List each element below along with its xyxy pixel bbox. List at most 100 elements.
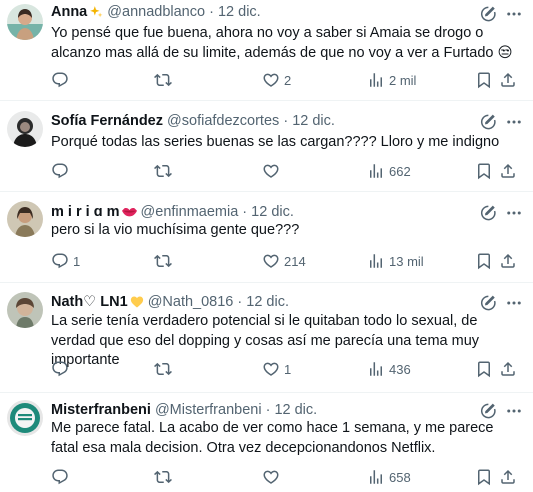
heart-icon bbox=[262, 71, 280, 89]
heart-icon bbox=[262, 162, 280, 180]
tweet[interactable]: Nath♡ LN1 @Nath_0816 · 12 dic. La serie … bbox=[0, 283, 533, 393]
tweet[interactable]: Sofía Fernández @sofiafdezcortes · 12 di… bbox=[0, 101, 533, 192]
tweet[interactable]: Anna @annadblanco · 12 dic. Yo pensé que… bbox=[0, 0, 533, 101]
share-button[interactable] bbox=[499, 359, 517, 379]
tweet-date[interactable]: 12 dic. bbox=[218, 4, 261, 20]
retweet-button[interactable] bbox=[154, 359, 176, 379]
views-button[interactable]: 662 bbox=[367, 161, 411, 181]
share-button[interactable] bbox=[499, 251, 517, 271]
retweet-button[interactable] bbox=[154, 251, 176, 271]
separator-dot: · bbox=[283, 113, 289, 129]
like-count: 1 bbox=[284, 361, 292, 377]
separator-dot: · bbox=[242, 204, 248, 220]
author-handle[interactable]: @sofiafdezcortes bbox=[167, 113, 279, 129]
author-handle[interactable]: @Nath_0816 bbox=[148, 294, 234, 310]
grok-icon[interactable] bbox=[479, 294, 497, 312]
separator-dot: · bbox=[265, 402, 271, 418]
more-icon[interactable] bbox=[505, 294, 523, 312]
share-button[interactable] bbox=[499, 467, 517, 487]
tweet-text: Yo pensé que fue buena, ahora no voy a s… bbox=[51, 25, 513, 61]
avatar[interactable] bbox=[7, 400, 43, 436]
more-icon[interactable] bbox=[505, 402, 523, 420]
share-icon bbox=[499, 360, 517, 378]
bookmark-button[interactable] bbox=[475, 70, 493, 90]
like-button[interactable] bbox=[262, 467, 284, 487]
more-icon[interactable] bbox=[505, 204, 523, 222]
reply-button[interactable] bbox=[51, 467, 73, 487]
author-name[interactable]: Misterfranbeni bbox=[51, 402, 151, 418]
views-button[interactable]: 658 bbox=[367, 467, 411, 487]
like-button[interactable]: 2 bbox=[262, 70, 291, 90]
reply-icon bbox=[51, 162, 69, 180]
like-button[interactable]: 1 bbox=[262, 359, 291, 379]
like-button[interactable] bbox=[262, 161, 284, 181]
sparkles-emoji bbox=[89, 5, 103, 25]
avatar[interactable] bbox=[7, 292, 43, 328]
tweet-actions: 2 2 mil bbox=[51, 70, 521, 90]
tweet-date[interactable]: 12 dic. bbox=[274, 402, 317, 418]
more-icon[interactable] bbox=[505, 5, 523, 23]
reply-button[interactable] bbox=[51, 70, 73, 90]
retweet-icon bbox=[154, 252, 172, 270]
avatar[interactable] bbox=[7, 111, 43, 147]
author-handle[interactable]: @enfinmaemia bbox=[141, 204, 239, 220]
bookmark-button[interactable] bbox=[475, 467, 493, 487]
grok-icon[interactable] bbox=[479, 402, 497, 420]
views-button[interactable]: 13 mil bbox=[367, 251, 424, 271]
author-handle[interactable]: @annadblanco bbox=[107, 4, 205, 20]
views-count: 662 bbox=[389, 163, 411, 179]
separator-dot: · bbox=[237, 294, 243, 310]
bookmark-button[interactable] bbox=[475, 359, 493, 379]
retweet-button[interactable] bbox=[154, 70, 176, 90]
heart-icon bbox=[262, 468, 280, 486]
tweet-date[interactable]: 12 dic. bbox=[251, 204, 294, 220]
views-icon bbox=[367, 71, 385, 89]
author-handle[interactable]: @Misterfranbeni bbox=[155, 402, 262, 418]
retweet-icon bbox=[154, 71, 172, 89]
author-name[interactable]: Nath♡ LN1 bbox=[51, 294, 128, 310]
bookmark-icon bbox=[475, 71, 493, 89]
views-count: 658 bbox=[389, 469, 411, 485]
reply-button[interactable] bbox=[51, 161, 73, 181]
bookmark-icon bbox=[475, 162, 493, 180]
tweet-actions: 662 bbox=[51, 161, 521, 181]
retweet-button[interactable] bbox=[154, 467, 176, 487]
more-icon[interactable] bbox=[505, 113, 523, 131]
share-icon bbox=[499, 468, 517, 486]
views-icon bbox=[367, 360, 385, 378]
avatar[interactable] bbox=[7, 4, 43, 40]
tweet-text: Porqué todas las series buenas se las ca… bbox=[51, 134, 500, 150]
grok-icon[interactable] bbox=[479, 113, 497, 131]
views-icon bbox=[367, 252, 385, 270]
bookmark-icon bbox=[475, 252, 493, 270]
views-button[interactable]: 2 mil bbox=[367, 70, 416, 90]
like-button[interactable]: 214 bbox=[262, 251, 306, 271]
bookmark-button[interactable] bbox=[475, 161, 493, 181]
like-count: 2 bbox=[284, 72, 292, 88]
reply-button[interactable] bbox=[51, 359, 73, 379]
grok-icon[interactable] bbox=[479, 5, 497, 23]
retweet-button[interactable] bbox=[154, 161, 176, 181]
separator-dot: · bbox=[209, 4, 214, 20]
tweet[interactable]: Misterfranbeni @Misterfranbeni · 12 dic.… bbox=[0, 393, 533, 492]
bookmark-button[interactable] bbox=[475, 251, 493, 271]
retweet-icon bbox=[154, 360, 172, 378]
views-icon bbox=[367, 468, 385, 486]
grok-icon[interactable] bbox=[479, 204, 497, 222]
retweet-icon bbox=[154, 162, 172, 180]
tweet-actions: 1 436 bbox=[51, 359, 521, 379]
author-name[interactable]: Anna bbox=[51, 4, 87, 20]
heart-icon bbox=[262, 360, 280, 378]
author-name[interactable]: Sofía Fernández bbox=[51, 113, 163, 129]
share-button[interactable] bbox=[499, 161, 517, 181]
views-count: 13 mil bbox=[389, 253, 424, 269]
avatar[interactable] bbox=[7, 201, 43, 237]
reply-button[interactable]: 1 bbox=[51, 251, 80, 271]
author-name[interactable]: m i r i ɑ m bbox=[51, 204, 120, 220]
share-button[interactable] bbox=[499, 70, 517, 90]
tweet[interactable]: m i r i ɑ m @enfinmaemia · 12 dic. pero … bbox=[0, 192, 533, 283]
tweet-date[interactable]: 12 dic. bbox=[292, 113, 335, 129]
tweet-date[interactable]: 12 dic. bbox=[246, 294, 289, 310]
views-button[interactable]: 436 bbox=[367, 359, 411, 379]
reply-icon bbox=[51, 71, 69, 89]
